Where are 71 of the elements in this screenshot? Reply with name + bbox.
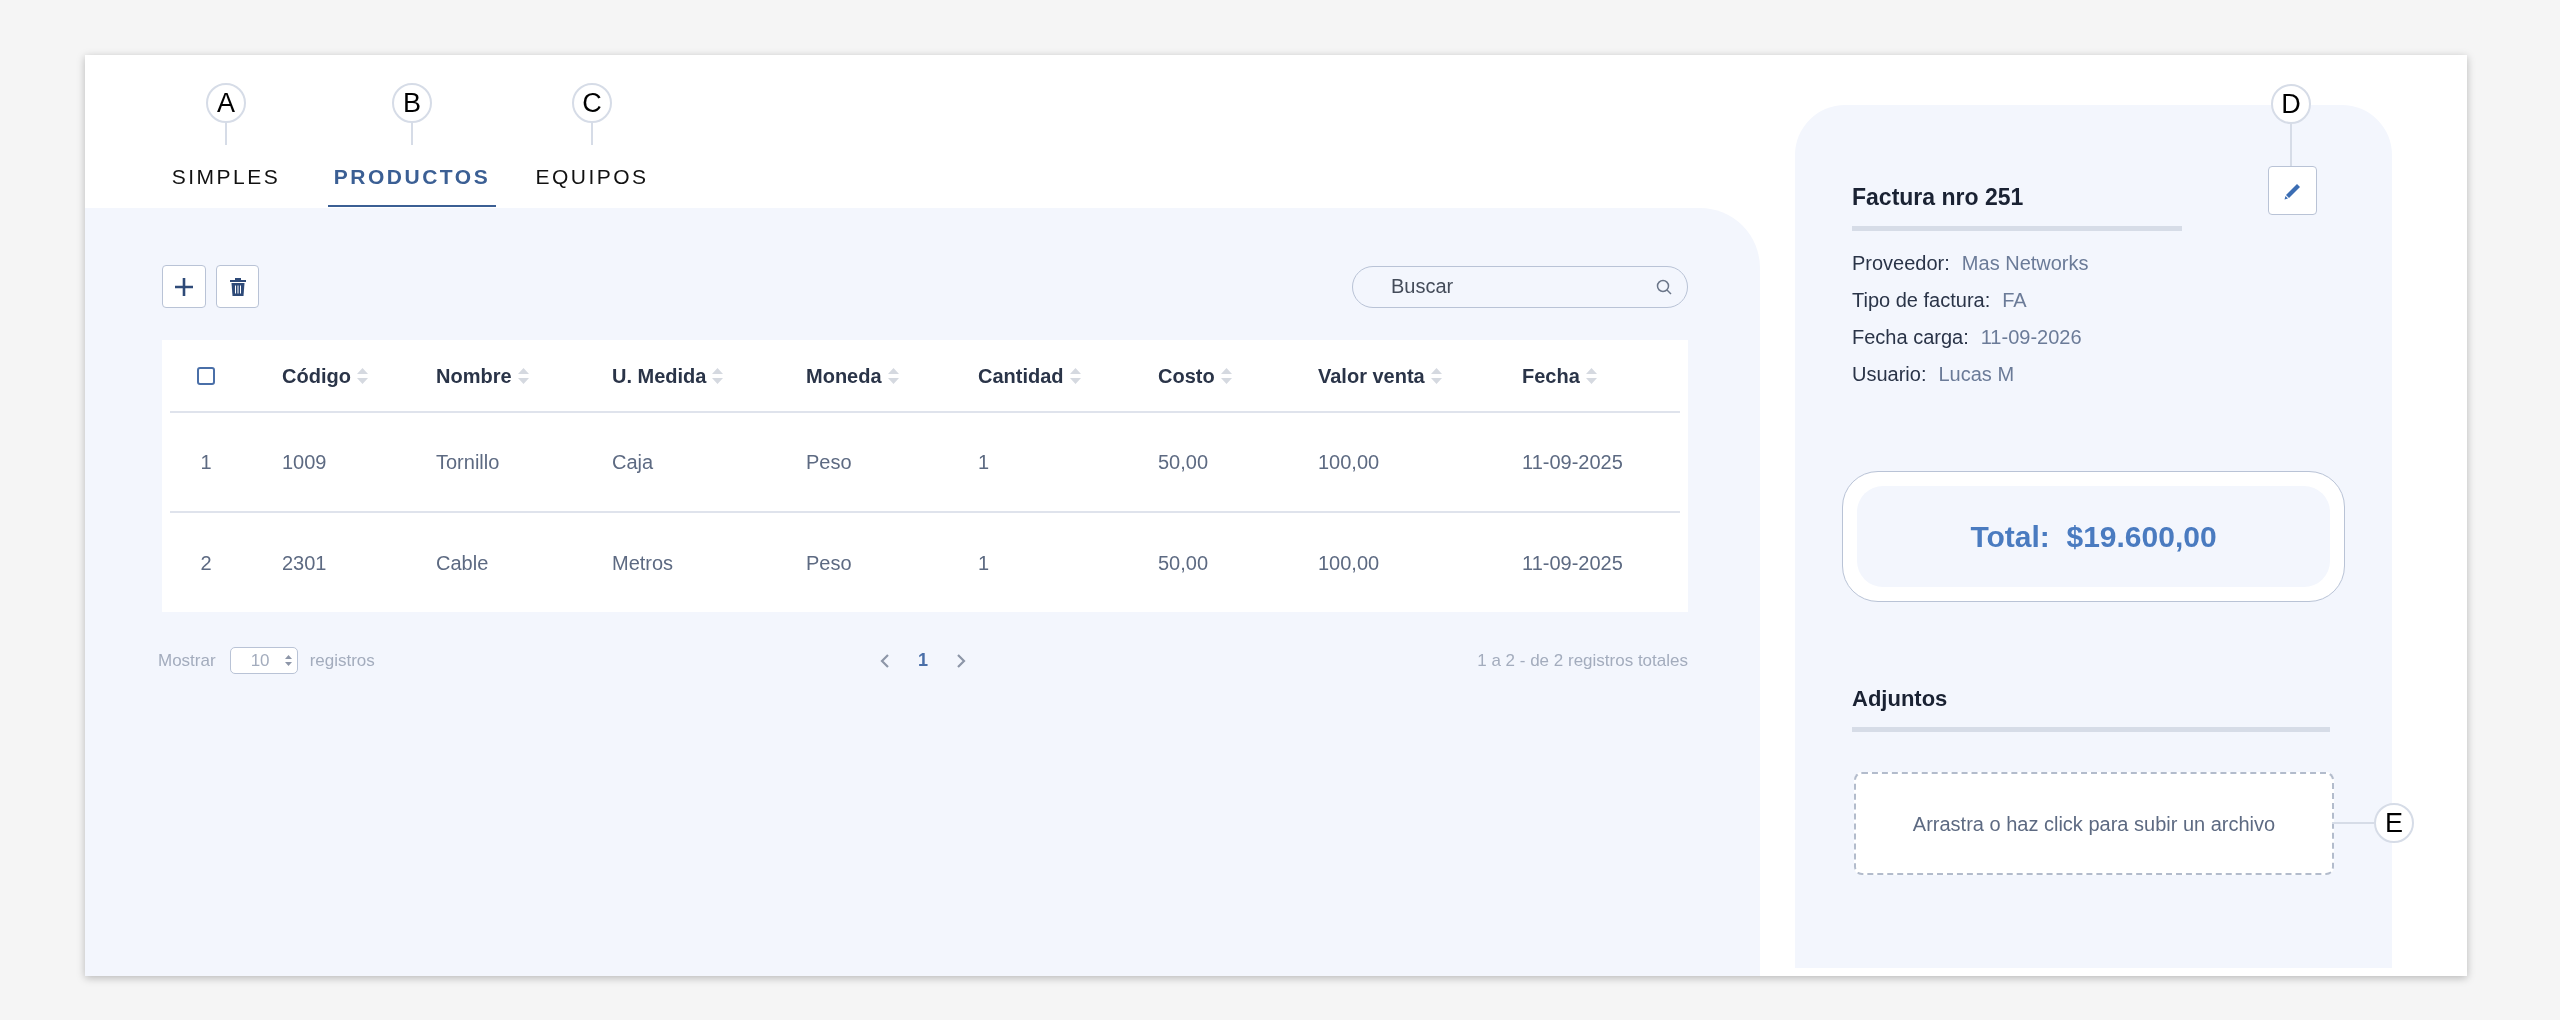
table-cell: 100,00 (1318, 551, 1380, 574)
field-value: FA (2002, 288, 2027, 313)
sort-icon[interactable] (1585, 366, 1597, 385)
search-field[interactable]: Buscar (1352, 265, 1688, 308)
column-header[interactable]: Fecha (1522, 360, 1580, 391)
table-cell: 1009 (282, 451, 327, 473)
table-cell: 2301 (282, 551, 327, 574)
show-label: Mostrar (158, 649, 216, 672)
table-cell: 50,00 (1158, 551, 1209, 574)
table-cell: 50,00 (1158, 451, 1209, 473)
leader-line (591, 123, 593, 145)
next-page-icon[interactable] (956, 652, 966, 669)
total-amount: Total: $19.600,00 (1970, 519, 2217, 555)
row-number: 2 (200, 551, 212, 574)
edit-button[interactable] (2268, 166, 2317, 215)
table-cell: 1 (978, 551, 990, 574)
column-header[interactable]: Costo (1158, 360, 1215, 391)
table-cell: 11-09-2025 (1522, 451, 1623, 473)
leader-line (411, 123, 413, 145)
field-value: Lucas M (1938, 362, 2015, 387)
invoice-title: Factura nro 251 (1852, 183, 2025, 212)
sort-icon[interactable] (356, 366, 368, 385)
records-label: registros (309, 649, 375, 672)
file-dropzone[interactable]: Arrastra o haz click para subir un archivo (1854, 772, 2334, 875)
field-value: Mas Networks (1961, 251, 2089, 276)
column-header[interactable]: Cantidad (978, 360, 1064, 391)
field-label: Proveedor: (1852, 251, 1950, 276)
page-button[interactable]: 1 (912, 647, 934, 674)
plus-icon (173, 275, 195, 298)
table-cell: 1 (978, 451, 990, 473)
sort-icon[interactable] (517, 366, 529, 385)
leader-line (225, 123, 227, 145)
table-cell: Peso (806, 451, 852, 473)
table-cell: Cable (436, 551, 489, 574)
column-header[interactable]: Código (282, 360, 351, 391)
tab[interactable]: EQUIPOS (529, 149, 655, 207)
field-label: Fecha carga: (1852, 325, 1969, 350)
column-header[interactable]: Nombre (436, 360, 512, 391)
callout-marker: B (392, 83, 432, 123)
field-label: Tipo de factura: (1852, 288, 1991, 313)
column-header[interactable]: U. Medida (612, 360, 707, 391)
row-number: 1 (200, 451, 212, 473)
attachments-title: Adjuntos (1852, 685, 1949, 713)
sort-icon[interactable] (1220, 366, 1232, 385)
table-cell: Caja (612, 451, 654, 473)
sort-icon[interactable] (712, 366, 724, 385)
table-cell: Tornillo (436, 451, 500, 473)
sort-icon[interactable] (1069, 366, 1081, 385)
field-label: Usuario: (1852, 362, 1927, 387)
records-summary: 1 a 2 - de 2 registros totales (1476, 649, 1688, 672)
column-header[interactable]: Valor venta (1318, 360, 1425, 391)
spinner-arrows-icon (284, 654, 292, 667)
field-value: 11-09-2026 (1980, 325, 2082, 350)
search-icon (1656, 278, 1672, 295)
sort-icon[interactable] (887, 366, 899, 385)
checkbox[interactable] (197, 367, 215, 386)
trash-icon (229, 277, 246, 296)
add-button[interactable] (162, 265, 206, 308)
column-header[interactable]: Moneda (806, 360, 882, 391)
tab[interactable]: SIMPLES (165, 149, 287, 207)
delete-button[interactable] (216, 265, 259, 308)
table-cell: Metros (612, 551, 674, 574)
table-cell: Peso (806, 551, 852, 574)
callout-marker: C (572, 83, 612, 123)
table-cell: 100,00 (1318, 451, 1380, 473)
previous-page-icon[interactable] (880, 652, 890, 669)
sort-icon[interactable] (1430, 366, 1442, 385)
table-cell: 11-09-2025 (1522, 551, 1623, 574)
callout-marker: E (2374, 803, 2414, 843)
callout-marker: A (206, 83, 246, 123)
callout-marker: D (2271, 84, 2311, 124)
